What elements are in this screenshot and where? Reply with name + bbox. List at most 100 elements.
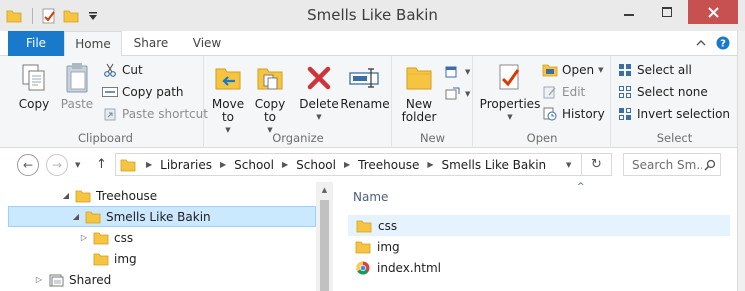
select-none-button[interactable]: Select none [617,82,708,102]
copy-label: Copy [18,97,50,111]
new-item-button[interactable]: ▼ [445,62,470,82]
maximize-button[interactable] [646,0,688,24]
history-icon [542,106,558,122]
easy-access-icon [445,86,461,102]
shared-library-icon [47,272,65,288]
folder-icon [355,218,373,234]
folder-icon [92,251,110,267]
breadcrumb-item[interactable]: School [296,158,336,172]
copy-to-button[interactable]: Copy to ▼ [251,60,289,137]
file-item-css[interactable]: css [348,215,730,236]
nav-pane-scrollbar[interactable]: ▲ [316,182,333,291]
folder-icon [92,230,110,246]
recent-locations-icon[interactable]: ▼ [75,161,80,169]
folder-icon [354,239,372,255]
address-bar[interactable]: ▶ Libraries ▶ School ▶ School ▶ Treehous… [115,153,612,176]
tab-home[interactable]: Home [64,31,122,57]
delete-button[interactable]: Delete ▼ [299,60,339,124]
file-item-index-html[interactable]: index.html [348,257,730,278]
collapsed-glyph-icon[interactable]: ▷ [33,275,45,284]
column-header-name[interactable]: Name [353,190,388,204]
svg-text:?: ? [720,39,726,50]
delete-caret: ▼ [316,113,322,121]
new-group-label: New [419,131,446,145]
cut-button[interactable]: Cut [102,60,143,80]
invert-selection-button[interactable]: Invert selection [617,104,730,124]
close-button[interactable] [688,0,738,24]
breadcrumb-item[interactable]: Libraries [160,158,212,172]
back-button[interactable]: ← [17,154,39,176]
move-to-icon [211,60,245,96]
rename-icon [348,60,382,96]
select-all-button[interactable]: Select all [617,60,692,80]
ribbon-tab-bar: File Home Share View ? [0,31,745,57]
back-arrow-icon: ← [22,158,34,172]
rename-button[interactable]: Rename [340,60,390,111]
tree-item-shared[interactable]: ▷ Shared [8,269,316,290]
forward-arrow-icon: → [51,158,63,172]
paste-label: Paste [60,97,94,111]
paste-button[interactable]: Paste [58,60,96,111]
move-to-button[interactable]: Move to ▼ [209,60,247,137]
clipboard-group-label: Clipboard [78,131,133,145]
expanded-glyph-icon[interactable]: ◢ [60,191,72,200]
properties-caret: ▼ [507,113,513,121]
scroll-up-icon[interactable]: ▲ [316,186,333,194]
scrollbar-thumb[interactable] [320,200,329,291]
sort-ascending-icon: ^ [577,182,585,192]
forward-button[interactable]: → [46,154,68,176]
search-box[interactable] [623,153,721,176]
breadcrumb-item[interactable]: Treehouse [358,158,419,172]
history-label: History [562,107,605,121]
breadcrumb-item[interactable]: Smells Like Bakin [442,158,547,172]
new-folder-button[interactable]: New folder [399,60,439,124]
help-icon[interactable]: ? [715,35,731,51]
file-name: css [378,218,398,233]
tab-file[interactable]: File [8,31,64,56]
copy-button[interactable]: Copy [14,60,54,111]
expanded-glyph-icon[interactable]: ◢ [70,212,82,221]
tree-item-img[interactable]: img [8,248,316,269]
address-dropdown-icon[interactable]: ▼ [566,161,571,169]
breadcrumb-item[interactable]: School [234,158,274,172]
tree-item-css[interactable]: ▷ css [8,227,316,248]
tab-share[interactable]: Share [124,31,178,56]
clipboard-group: Copy Paste Cut Copy path Paste shortcut … [8,56,208,148]
collapsed-glyph-icon[interactable]: ▷ [78,233,90,242]
chrome-icon [354,260,372,276]
tab-view[interactable]: View [182,31,232,56]
select-none-label: Select none [637,85,708,99]
cut-label: Cut [122,63,143,77]
organize-group: Move to ▼ Copy to ▼ Delete ▼ Rename Orga… [205,56,392,148]
easy-access-button[interactable]: ▼ [445,84,470,104]
tree-item-label: Treehouse [96,188,158,203]
paste-shortcut-button[interactable]: Paste shortcut [102,104,208,124]
up-arrow-icon[interactable]: ↑ [96,157,107,172]
new-item-icon [445,64,461,80]
minimize-button[interactable] [612,0,646,24]
open-icon [542,62,558,78]
history-button[interactable]: History [542,104,605,124]
delete-label: Delete [299,97,339,111]
ribbon-collapse-icon[interactable] [693,35,709,51]
window-right-edge [737,31,745,291]
close-icon [707,6,719,18]
edit-button[interactable]: Edit [542,82,585,102]
edit-label: Edit [562,85,586,99]
search-icon [704,159,716,171]
search-input[interactable] [632,157,702,172]
copy-path-button[interactable]: Copy path [102,82,184,102]
open-button[interactable]: Open ▼ [542,60,603,80]
tree-item-smells-like-bakin[interactable]: ◢ Smells Like Bakin [8,206,316,227]
paste-icon [60,60,94,96]
refresh-icon[interactable]: ↻ [581,154,611,175]
copy-icon [17,60,51,96]
paste-shortcut-label: Paste shortcut [122,107,208,121]
new-folder-large-icon [402,60,436,96]
file-item-img[interactable]: img [348,236,730,257]
open-label: Open [562,63,595,77]
folder-icon [84,209,102,225]
organize-group-label: Organize [272,131,324,145]
properties-button[interactable]: Properties ▼ [480,60,540,124]
tree-item-treehouse[interactable]: ◢ Treehouse [8,185,316,206]
